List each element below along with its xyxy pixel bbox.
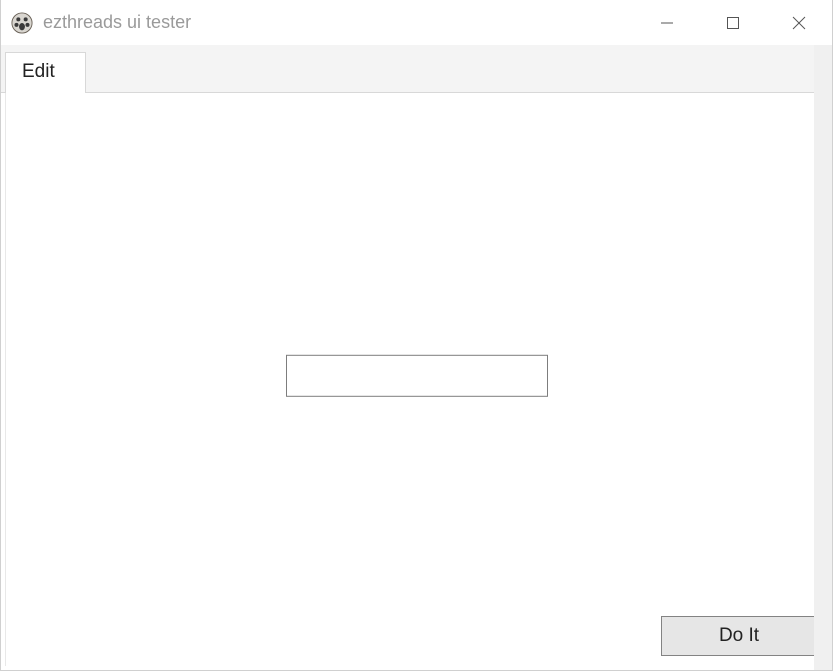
window-title: ezthreads ui tester [43, 12, 634, 33]
main-text-input[interactable] [286, 354, 548, 396]
tab-strip: Edit [1, 45, 832, 93]
do-it-button[interactable]: Do It [661, 616, 817, 656]
window-controls [634, 0, 832, 45]
app-icon [11, 12, 33, 34]
tab-edit[interactable]: Edit [5, 52, 86, 93]
titlebar: ezthreads ui tester [1, 0, 832, 45]
app-window: ezthreads ui tester Edit Do It [0, 0, 833, 671]
minimize-button[interactable] [634, 0, 700, 45]
maximize-button[interactable] [700, 0, 766, 45]
close-button[interactable] [766, 0, 832, 45]
tab-content: Do It [5, 93, 828, 666]
scrollbar-gutter [814, 45, 832, 670]
